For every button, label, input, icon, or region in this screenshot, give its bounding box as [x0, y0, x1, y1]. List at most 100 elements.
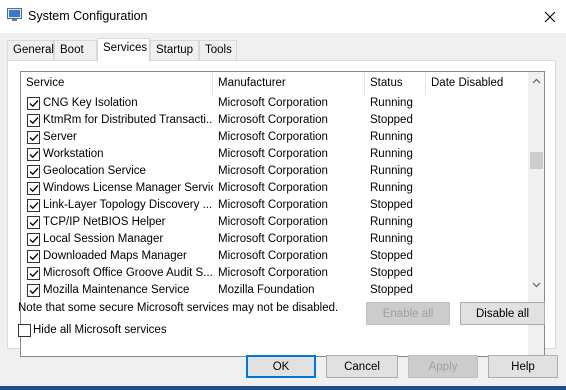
column-header-manufacturer[interactable]: Manufacturer [213, 72, 365, 96]
manufacturer-cell: Microsoft Corporation [218, 165, 328, 177]
service-checkbox[interactable] [27, 233, 40, 246]
system-configuration-icon [7, 8, 22, 21]
status-cell: Stopped [370, 199, 413, 211]
service-checkbox[interactable] [27, 131, 40, 144]
date-disabled-cell [431, 250, 526, 266]
service-name: Mozilla Maintenance Service [43, 284, 190, 296]
list-header: Service Manufacturer Status Date Disable… [21, 72, 528, 96]
date-disabled-cell [431, 284, 526, 300]
table-row[interactable]: CNG Key Isolation Microsoft Corporation Ru… [21, 96, 528, 113]
enable-all-button[interactable]: Enable all [366, 302, 450, 325]
service-checkbox[interactable] [27, 284, 40, 297]
checkmark-icon [29, 236, 39, 244]
manufacturer-cell: Mozilla Foundation [218, 284, 315, 296]
tab-tools[interactable]: Tools [199, 40, 237, 61]
scroll-down-arrow[interactable] [528, 276, 544, 293]
checkmark-icon [29, 134, 39, 142]
service-checkbox[interactable] [27, 216, 40, 229]
service-name: Local Session Manager [43, 233, 164, 245]
window-title: System Configuration [28, 9, 148, 23]
date-disabled-cell [431, 216, 526, 232]
scroll-thumb[interactable] [530, 152, 543, 169]
scroll-up-arrow[interactable] [528, 72, 544, 89]
close-button[interactable] [534, 0, 566, 33]
date-disabled-cell [431, 182, 526, 198]
date-disabled-cell [431, 148, 526, 164]
close-icon [544, 11, 556, 22]
status-cell: Stopped [370, 284, 413, 296]
service-checkbox[interactable] [27, 97, 40, 110]
disable-all-button[interactable]: Disable all [460, 302, 545, 325]
manufacturer-cell: Microsoft Corporation [218, 97, 328, 109]
secure-services-note: Note that some secure Microsoft services… [18, 302, 339, 314]
table-row[interactable]: Mozilla Maintenance Service Mozilla Found… [21, 283, 528, 300]
manufacturer-cell: Microsoft Corporation [218, 216, 328, 228]
date-disabled-cell [431, 267, 526, 283]
manufacturer-cell: Microsoft Corporation [218, 250, 328, 262]
service-name: CNG Key Isolation [43, 97, 138, 109]
checkmark-icon [29, 202, 39, 210]
table-row[interactable]: Downloaded Maps Manager Microsoft Corpora… [21, 249, 528, 266]
table-row[interactable]: Microsoft Office Groove Audit S... Micros… [21, 266, 528, 283]
table-row[interactable]: Local Session Manager Microsoft Corporati… [21, 232, 528, 249]
status-cell: Stopped [370, 250, 413, 262]
checkmark-icon [29, 151, 39, 159]
help-button[interactable]: Help [488, 355, 558, 378]
hide-microsoft-services-label: Hide all Microsoft services [33, 324, 167, 336]
service-checkbox[interactable] [27, 114, 40, 127]
service-checkbox[interactable] [27, 148, 40, 161]
date-disabled-cell [431, 114, 526, 130]
taskbar-edge [0, 386, 566, 390]
title-bar: System Configuration [0, 0, 566, 33]
table-row[interactable]: Link-Layer Topology Discovery ... Microso… [21, 198, 528, 215]
service-name: Workstation [43, 148, 104, 160]
service-name: Microsoft Office Groove Audit S... [43, 267, 213, 279]
table-row[interactable]: Geolocation Service Microsoft Corporation… [21, 164, 528, 181]
checkmark-icon [29, 287, 39, 295]
checkmark-icon [29, 117, 39, 125]
service-name: Windows License Manager Service [43, 182, 213, 194]
table-row[interactable]: Server Microsoft Corporation Running [21, 130, 528, 147]
column-header-date-disabled[interactable]: Date Disabled [426, 72, 528, 96]
chevron-up-icon [532, 78, 541, 83]
table-row[interactable]: KtmRm for Distributed Transacti... Micros… [21, 113, 528, 130]
tab-startup[interactable]: Startup [150, 40, 199, 61]
service-checkbox[interactable] [27, 267, 40, 280]
status-cell: Stopped [370, 114, 413, 126]
chevron-down-icon [532, 282, 541, 287]
status-cell: Stopped [370, 267, 413, 279]
checkmark-icon [29, 270, 39, 278]
manufacturer-cell: Microsoft Corporation [218, 182, 328, 194]
status-cell: Running [370, 148, 413, 160]
column-header-status[interactable]: Status [365, 72, 426, 96]
service-checkbox[interactable] [27, 165, 40, 178]
manufacturer-cell: Microsoft Corporation [218, 114, 328, 126]
tab-services[interactable]: Services [97, 38, 150, 62]
service-name: Downloaded Maps Manager [43, 250, 187, 262]
hide-microsoft-services-box[interactable] [18, 324, 31, 337]
service-checkbox[interactable] [27, 182, 40, 195]
manufacturer-cell: Microsoft Corporation [218, 131, 328, 143]
tab-boot[interactable]: Boot [54, 40, 97, 61]
checkmark-icon [29, 100, 39, 108]
column-header-service[interactable]: Service [21, 72, 213, 96]
date-disabled-cell [431, 165, 526, 181]
table-row[interactable]: Workstation Microsoft Corporation Running [21, 147, 528, 164]
cancel-button[interactable]: Cancel [326, 355, 398, 378]
status-cell: Running [370, 233, 413, 245]
apply-button[interactable]: Apply [408, 355, 478, 378]
ok-button[interactable]: OK [246, 355, 316, 378]
table-row[interactable]: TCP/IP NetBIOS Helper Microsoft Corporati… [21, 215, 528, 232]
table-row[interactable]: Windows License Manager Service Microsoft… [21, 181, 528, 198]
date-disabled-cell [431, 199, 526, 215]
service-checkbox[interactable] [27, 250, 40, 263]
manufacturer-cell: Microsoft Corporation [218, 233, 328, 245]
checkmark-icon [29, 219, 39, 227]
service-name: TCP/IP NetBIOS Helper [43, 216, 166, 228]
service-checkbox[interactable] [27, 199, 40, 212]
service-name: Server [43, 131, 77, 143]
status-cell: Running [370, 182, 413, 194]
status-cell: Running [370, 216, 413, 228]
tab-general[interactable]: General [7, 40, 54, 61]
checkmark-icon [29, 168, 39, 176]
